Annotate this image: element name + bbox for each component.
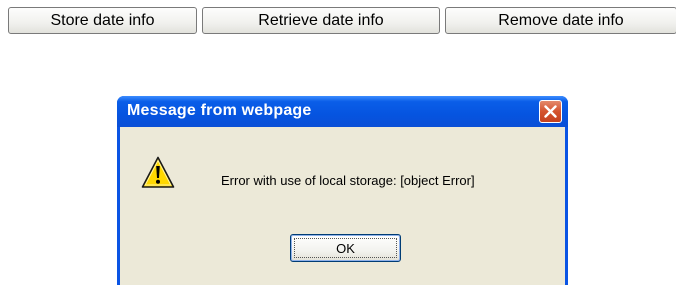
ok-button[interactable]: OK	[290, 234, 401, 262]
warning-icon	[141, 156, 175, 188]
ok-button-label: OK	[294, 238, 397, 258]
dialog-body: Error with use of local storage: [object…	[120, 127, 565, 285]
dialog-message: Error with use of local storage: [object…	[221, 173, 475, 188]
dialog-title: Message from webpage	[127, 102, 312, 119]
dialog-titlebar[interactable]: Message from webpage	[117, 96, 568, 127]
store-date-info-button[interactable]: Store date info	[8, 7, 197, 34]
remove-date-info-button[interactable]: Remove date info	[445, 7, 676, 34]
toolbar: Store date info Retrieve date info Remov…	[8, 7, 676, 34]
close-icon	[544, 105, 557, 118]
retrieve-date-info-button[interactable]: Retrieve date info	[202, 7, 440, 34]
message-dialog: Message from webpage Error with use of l…	[117, 96, 568, 285]
page: Store date info Retrieve date info Remov…	[0, 0, 676, 285]
close-button[interactable]	[539, 100, 562, 123]
